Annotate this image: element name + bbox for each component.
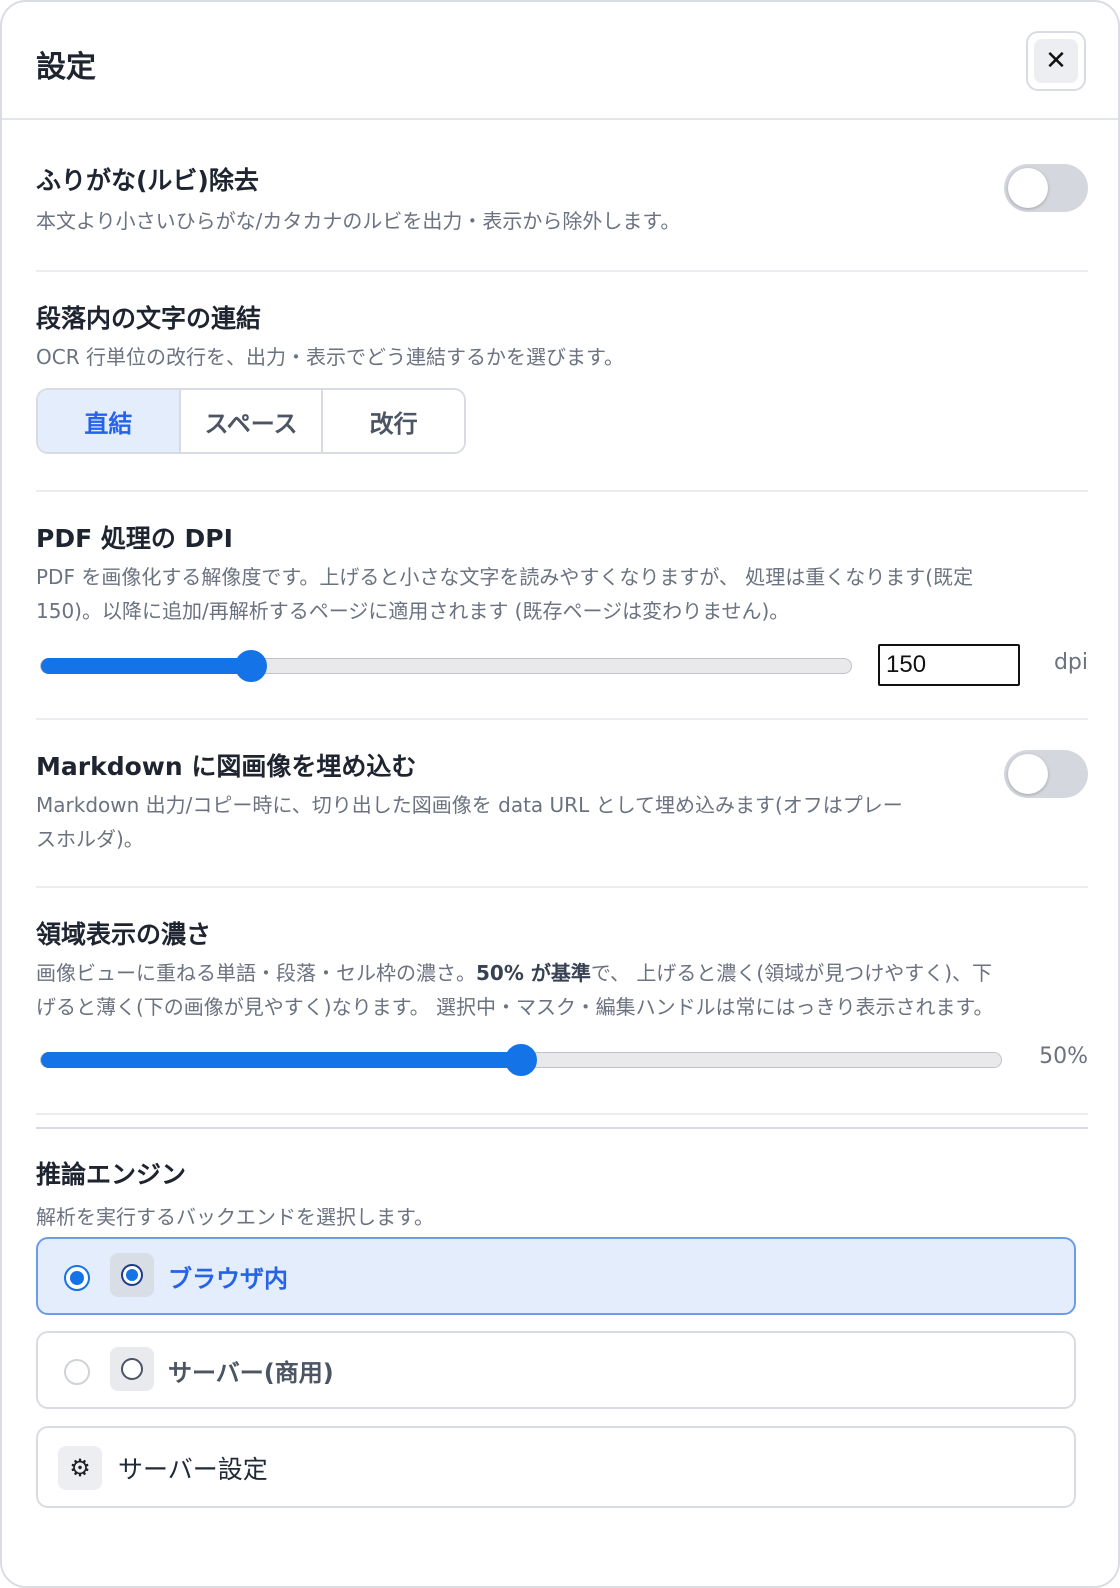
opacity-slider-thumb[interactable] bbox=[505, 1044, 537, 1076]
server-settings-label: サーバー設定 bbox=[118, 1455, 268, 1484]
divider bbox=[36, 886, 1088, 888]
engine-radio-server[interactable] bbox=[64, 1359, 90, 1385]
join-option-space[interactable]: スペース bbox=[180, 390, 324, 452]
dpi-section: PDF 処理の DPI PDF を画像化する解像度です。上げると小さな文字を読み… bbox=[36, 522, 1088, 688]
markdown-title: Markdown に図画像を埋め込む bbox=[36, 752, 417, 781]
opacity-description: 画像ビューに重ねる単語・段落・セル枠の濃さ。50% が基準で、 上げると濃く(領… bbox=[36, 956, 1088, 1024]
opacity-section: 領域表示の濃さ 画像ビューに重ねる単語・段落・セル枠の濃さ。50% が基準で、 … bbox=[36, 918, 1088, 1082]
dpi-unit: dpi bbox=[1053, 650, 1088, 675]
divider bbox=[36, 490, 1088, 492]
dialog-title: 設定 bbox=[36, 50, 96, 85]
join-segmented-control: 直結 スペース 改行 bbox=[36, 388, 466, 454]
opacity-slider-row: 50% bbox=[36, 1038, 1088, 1082]
divider bbox=[36, 1113, 1088, 1115]
dpi-slider-row: dpi bbox=[36, 644, 1088, 688]
divider bbox=[36, 270, 1088, 272]
ruby-description: 本文より小さいひらがな/カタカナのルビを出力・表示から除外します。 bbox=[36, 209, 681, 233]
markdown-toggle[interactable] bbox=[1004, 750, 1088, 798]
engine-option-server[interactable]: サーバー(商用) bbox=[36, 1331, 1076, 1409]
radio-selected-icon bbox=[121, 1264, 143, 1286]
opacity-description-pre: 画像ビューに重ねる単語・段落・セル枠の濃さ。 bbox=[36, 961, 476, 985]
close-button[interactable]: ✕ bbox=[1026, 31, 1086, 91]
ruby-title: ふりがな(ルビ)除去 bbox=[36, 166, 259, 195]
server-settings-button[interactable]: ⚙ サーバー設定 bbox=[36, 1426, 1076, 1508]
dpi-input[interactable] bbox=[878, 644, 1020, 686]
engine-title: 推論エンジン bbox=[36, 1160, 187, 1189]
radio-unselected-icon bbox=[121, 1358, 143, 1380]
radio-icon-box bbox=[110, 1253, 154, 1297]
dpi-slider-fill bbox=[41, 658, 253, 674]
dpi-description: PDF を画像化する解像度です。上げると小さな文字を読みやすくなりますが、 処理… bbox=[36, 560, 1088, 628]
opacity-description-line2: げると薄く(下の画像が見やすく)なります。 選択中・マスク・編集ハンドルは常には… bbox=[36, 995, 994, 1019]
radio-icon-box bbox=[110, 1347, 154, 1391]
opacity-description-post: で、 上げると濃く(領域が見つけやすく)、下 bbox=[590, 961, 993, 985]
markdown-description-line2: スホルダ)。 bbox=[36, 827, 144, 851]
markdown-description: Markdown 出力/コピー時に、切り出した図画像を data URL として… bbox=[36, 788, 1088, 856]
dpi-slider-track[interactable] bbox=[40, 658, 852, 674]
divider bbox=[36, 1127, 1088, 1129]
opacity-value-label: 50% bbox=[1039, 1044, 1088, 1069]
dpi-description-line2: 150)。以降に追加/再解析するページに適用されます (既存ページは変わりません… bbox=[36, 599, 790, 623]
gear-icon: ⚙ bbox=[58, 1446, 102, 1490]
opacity-description-line1: 画像ビューに重ねる単語・段落・セル枠の濃さ。50% が基準で、 上げると濃く(領… bbox=[36, 956, 1088, 990]
engine-option-server-label: サーバー(商用) bbox=[168, 1359, 334, 1387]
engine-description: 解析を実行するバックエンドを選択します。 bbox=[36, 1205, 434, 1229]
join-title: 段落内の文字の連結 bbox=[36, 304, 262, 333]
dpi-title: PDF 処理の DPI bbox=[36, 524, 233, 553]
join-section: 段落内の文字の連結 OCR 行単位の改行を、出力・表示でどう連結するかを選びます… bbox=[36, 302, 1088, 454]
markdown-section: Markdown に図画像を埋め込む Markdown 出力/コピー時に、切り出… bbox=[36, 750, 1088, 856]
engine-option-browser[interactable]: ブラウザ内 bbox=[36, 1237, 1076, 1315]
opacity-description-bold: 50% が基準 bbox=[476, 961, 591, 985]
opacity-title: 領域表示の濃さ bbox=[36, 920, 212, 949]
ruby-section: ふりがな(ルビ)除去 本文より小さいひらがな/カタカナのルビを出力・表示から除外… bbox=[36, 164, 1088, 238]
toggle-knob bbox=[1008, 754, 1048, 794]
settings-dialog: 設定 ✕ ふりがな(ルビ)除去 本文より小さいひらがな/カタカナのルビを出力・表… bbox=[0, 0, 1120, 1588]
dpi-slider-thumb[interactable] bbox=[235, 650, 268, 682]
engine-option-browser-label: ブラウザ内 bbox=[168, 1265, 288, 1293]
join-option-newline[interactable]: 改行 bbox=[323, 390, 464, 452]
engine-radio-browser[interactable] bbox=[64, 1265, 90, 1291]
markdown-description-line1: Markdown 出力/コピー時に、切り出した図画像を data URL として… bbox=[36, 793, 903, 817]
opacity-slider-fill bbox=[41, 1052, 522, 1068]
ruby-toggle[interactable] bbox=[1004, 164, 1088, 212]
join-description: OCR 行単位の改行を、出力・表示でどう連結するかを選びます。 bbox=[36, 345, 624, 369]
close-icon: ✕ bbox=[1034, 39, 1078, 83]
engine-section: 推論エンジン 解析を実行するバックエンドを選択します。 bbox=[36, 1158, 1088, 1234]
join-option-direct[interactable]: 直結 bbox=[38, 390, 181, 452]
divider bbox=[36, 718, 1088, 720]
toggle-knob bbox=[1008, 168, 1048, 208]
dpi-description-line1: PDF を画像化する解像度です。上げると小さな文字を読みやすくなりますが、 処理… bbox=[36, 565, 974, 589]
dialog-header: 設定 ✕ bbox=[2, 2, 1118, 120]
